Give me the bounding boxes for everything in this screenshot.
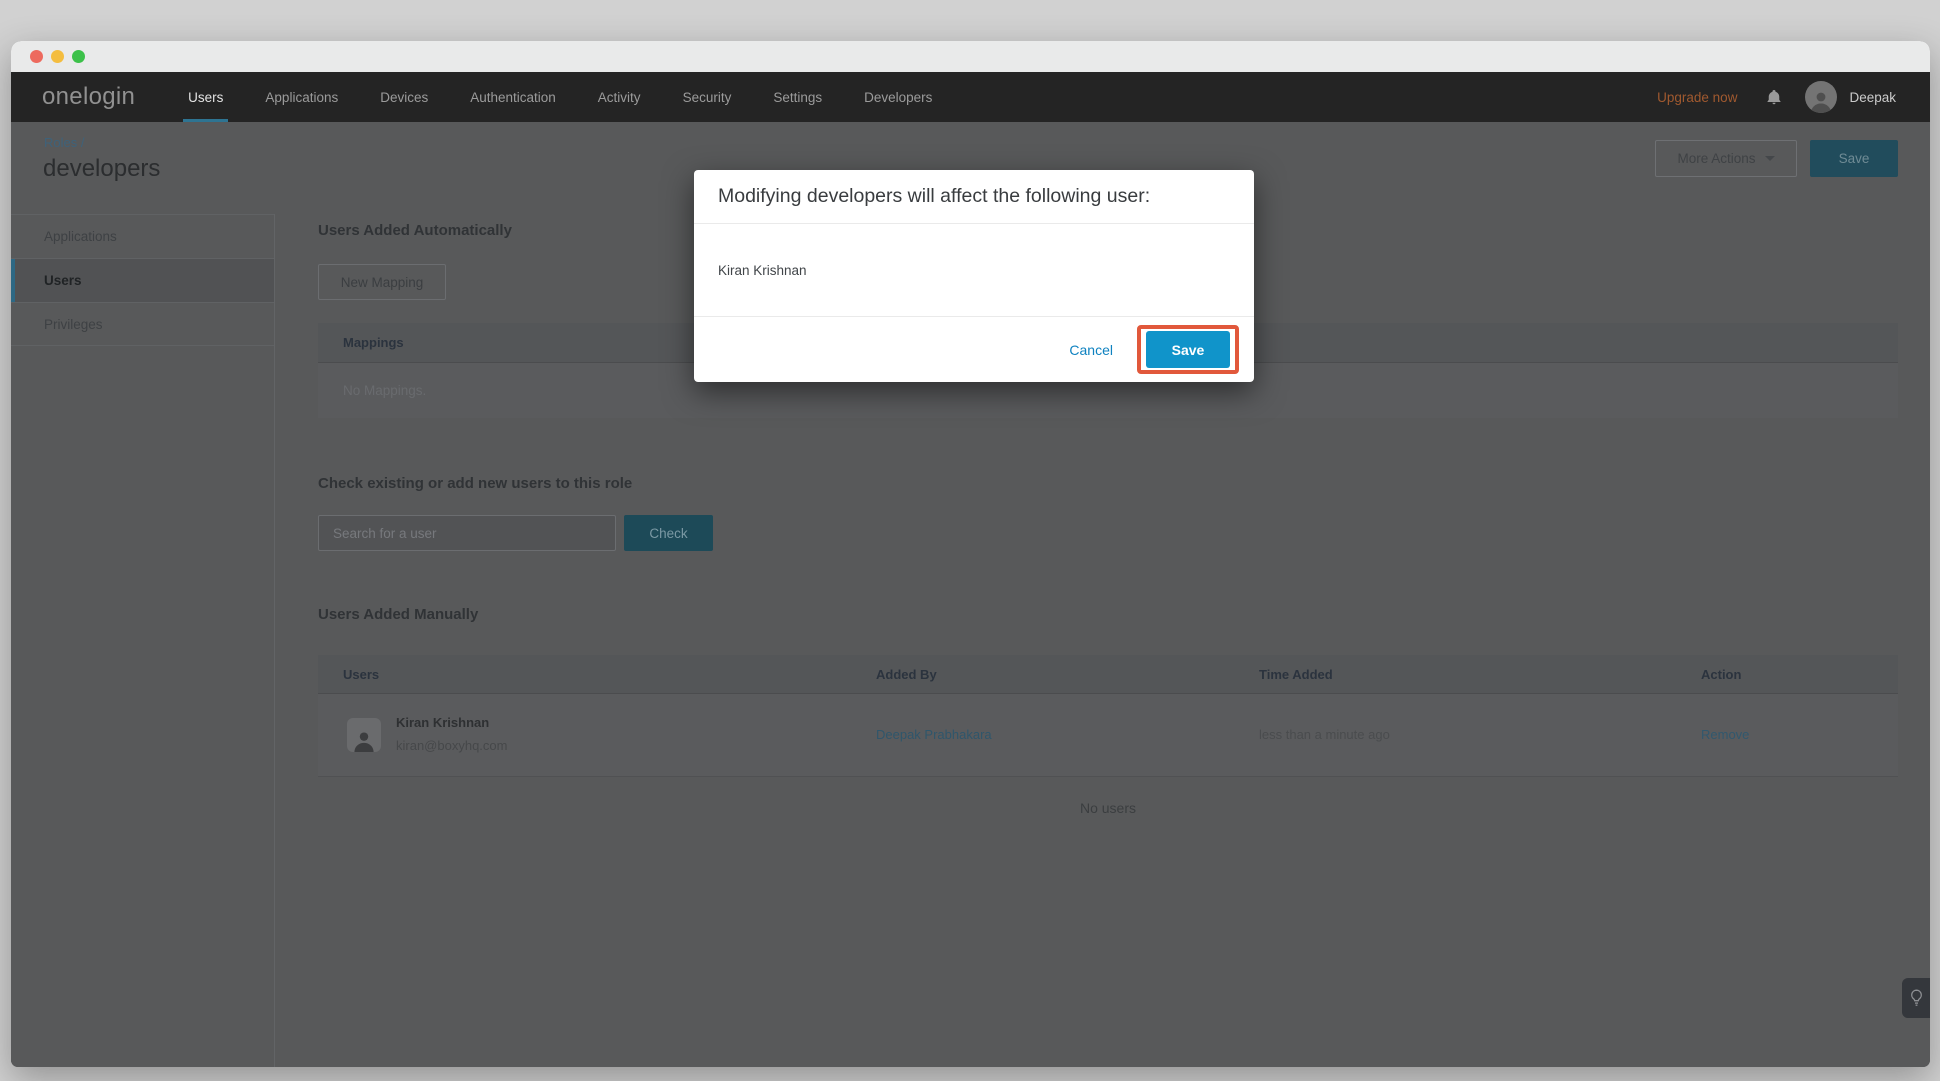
minimize-window-button[interactable] (51, 50, 64, 63)
nav-tabs: Users Applications Devices Authenticatio… (167, 72, 953, 122)
new-mapping-button[interactable]: New Mapping (318, 264, 446, 300)
app-window: onelogin Users Applications Devices Auth… (11, 41, 1930, 1067)
nav-tab-applications[interactable]: Applications (244, 72, 359, 122)
users-added-automatically-heading: Users Added Automatically (318, 222, 512, 239)
modal-title: Modifying developers will affect the fol… (694, 170, 1254, 224)
column-header-added-by: Added By (876, 667, 937, 682)
user-name[interactable]: Deepak (1849, 90, 1896, 105)
close-window-button[interactable] (30, 50, 43, 63)
modal-save-button[interactable]: Save (1146, 331, 1230, 368)
sidebar-item-privileges[interactable]: Privileges (11, 302, 274, 346)
onelogin-logo: onelogin (42, 83, 135, 111)
mappings-column-header: Mappings (318, 335, 404, 350)
modal-affected-user: Kiran Krishnan (694, 224, 1254, 317)
row-time-added: less than a minute ago (1259, 727, 1390, 742)
row-added-by-link[interactable]: Deepak Prabhakara (876, 727, 992, 742)
manual-users-table-header: Users Added By Time Added Action (318, 655, 1898, 694)
manual-users-table: Users Added By Time Added Action Kiran K… (318, 655, 1898, 777)
cancel-button[interactable]: Cancel (1069, 342, 1113, 358)
upgrade-now-link[interactable]: Upgrade now (1657, 90, 1737, 105)
users-added-manually-heading: Users Added Manually (318, 606, 478, 623)
nav-tab-settings[interactable]: Settings (752, 72, 843, 122)
window-titlebar (11, 41, 1930, 72)
confirm-modal: Modifying developers will affect the fol… (694, 170, 1254, 382)
search-user-input[interactable] (318, 515, 616, 551)
user-avatar[interactable] (1805, 81, 1837, 113)
breadcrumb-roles-link[interactable]: Roles / (44, 135, 84, 150)
bell-icon[interactable] (1765, 88, 1783, 107)
column-header-time-added: Time Added (1259, 667, 1333, 682)
row-user-email: kiran@boxyhq.com (396, 738, 507, 753)
top-navbar: onelogin Users Applications Devices Auth… (11, 72, 1930, 122)
nav-tab-security[interactable]: Security (662, 72, 753, 122)
user-avatar (347, 718, 381, 752)
column-header-action: Action (1701, 667, 1741, 682)
zoom-window-button[interactable] (72, 50, 85, 63)
page-title: developers (43, 155, 160, 183)
nav-tab-devices[interactable]: Devices (359, 72, 449, 122)
check-users-heading: Check existing or add new users to this … (318, 475, 632, 492)
row-user-name: Kiran Krishnan (396, 715, 489, 730)
table-row: Kiran Krishnan kiran@boxyhq.com Deepak P… (318, 694, 1898, 777)
navbar-right: Upgrade now Deepak (1657, 72, 1896, 122)
nav-tab-activity[interactable]: Activity (577, 72, 662, 122)
nav-tab-users[interactable]: Users (167, 72, 244, 122)
row-remove-link[interactable]: Remove (1701, 727, 1749, 742)
modal-footer: Cancel Save (694, 317, 1254, 382)
column-header-users: Users (343, 667, 379, 682)
sidebar-item-applications[interactable]: Applications (11, 214, 274, 258)
sidebar-item-users[interactable]: Users (11, 258, 274, 302)
role-sidebar: Applications Users Privileges (11, 214, 275, 1067)
desktop: { "navbar": { "logo": "onelogin", "tabs"… (0, 0, 1940, 1081)
nav-tab-authentication[interactable]: Authentication (449, 72, 577, 122)
no-users-empty-state: No users (318, 800, 1898, 816)
nav-tab-developers[interactable]: Developers (843, 72, 953, 122)
save-highlight-ring: Save (1137, 325, 1239, 374)
check-button[interactable]: Check (624, 515, 713, 551)
lightbulb-icon[interactable] (1902, 978, 1930, 1018)
